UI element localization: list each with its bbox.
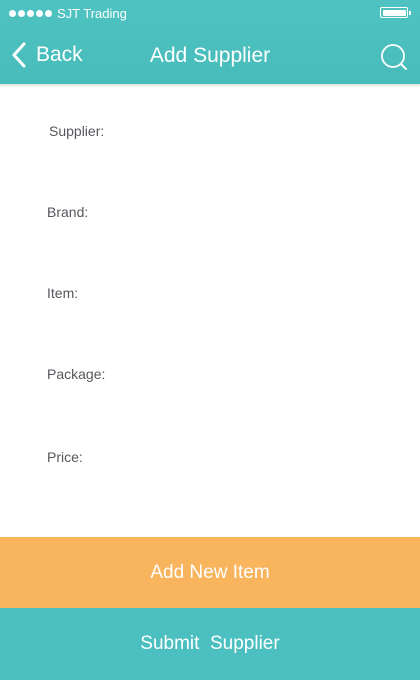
search-button[interactable] bbox=[378, 42, 410, 72]
supplier-label: Supplier: bbox=[49, 123, 105, 139]
submit-supplier-button[interactable]: Submit Supplier bbox=[0, 608, 420, 680]
back-label: Back bbox=[36, 43, 83, 66]
supplier-form: Supplier: Brand: Item: Package: Price: bbox=[0, 84, 420, 537]
header-bar: SJT Trading Back Add Supplier bbox=[0, 0, 420, 84]
chevron-left-icon bbox=[12, 42, 26, 68]
package-input[interactable] bbox=[130, 344, 404, 406]
price-label: Price: bbox=[47, 449, 83, 465]
supplier-input[interactable] bbox=[130, 102, 404, 164]
search-icon bbox=[381, 44, 407, 70]
package-field: Package: bbox=[0, 344, 420, 406]
item-label: Item: bbox=[47, 285, 79, 301]
status-bar: SJT Trading bbox=[0, 0, 420, 28]
supplier-field: Supplier: bbox=[0, 102, 420, 164]
back-button[interactable]: Back bbox=[12, 40, 83, 70]
brand-label: Brand: bbox=[47, 204, 89, 220]
item-field: Item: bbox=[0, 263, 420, 325]
add-new-item-button[interactable]: Add New Item bbox=[0, 537, 420, 608]
package-label: Package: bbox=[47, 366, 106, 382]
price-input[interactable] bbox=[130, 426, 404, 488]
brand-input[interactable] bbox=[130, 182, 404, 244]
carrier-name: SJT Trading bbox=[57, 6, 127, 21]
battery-icon bbox=[380, 7, 411, 18]
signal-dots-icon bbox=[9, 10, 52, 17]
price-field: Price: bbox=[0, 426, 420, 488]
brand-field: Brand: bbox=[0, 182, 420, 244]
item-input[interactable] bbox=[130, 263, 404, 325]
